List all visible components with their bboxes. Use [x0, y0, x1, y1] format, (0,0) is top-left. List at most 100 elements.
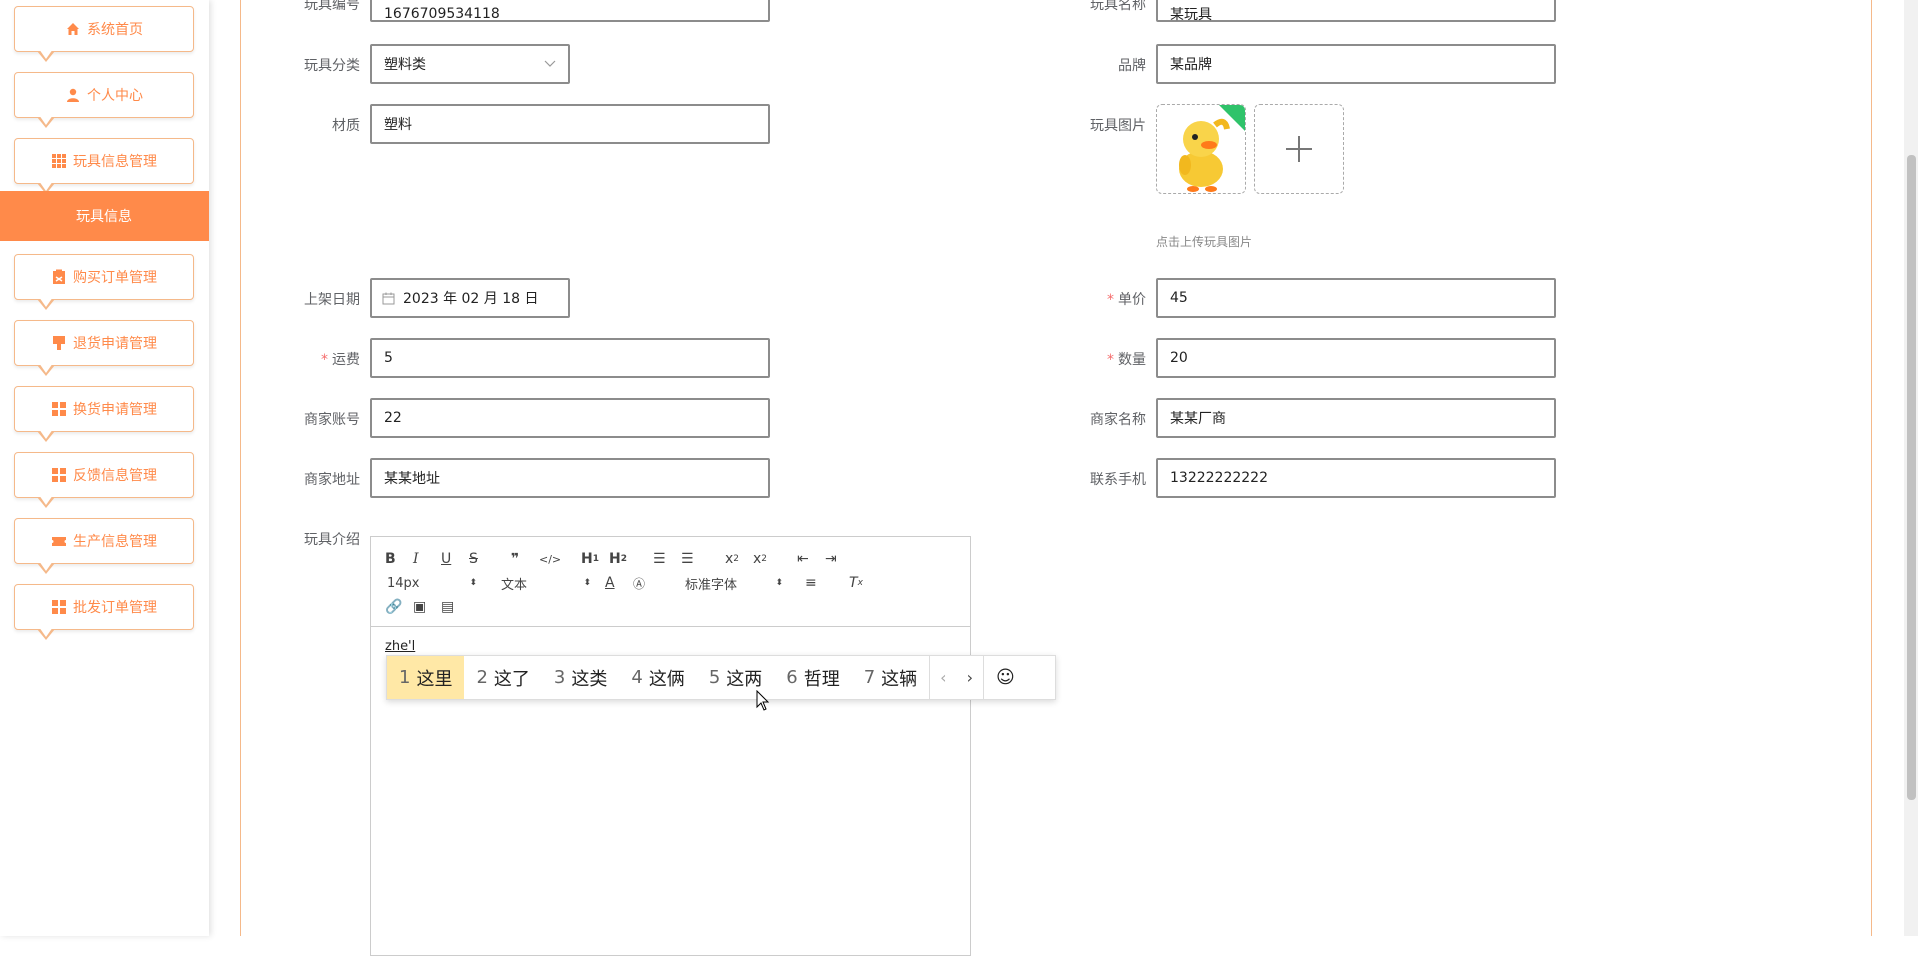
merchant-address-input[interactable]: 某某地址	[370, 458, 770, 498]
menu-purchase-orders[interactable]: 购买订单管理	[14, 254, 194, 310]
merchant-account-value: 22	[384, 410, 402, 426]
category-select[interactable]: 塑料类	[370, 44, 570, 84]
price-input[interactable]: 45	[1156, 278, 1556, 318]
rich-text-editor[interactable]: B I U S ❞ </> H1 H2 ☰ ☰ x2 x2 ⇤ ⇥ 14px ⬍ …	[370, 536, 971, 956]
ime-candidate[interactable]: 3 这类	[542, 656, 619, 699]
brand-input[interactable]: 某品牌	[1156, 44, 1556, 84]
material-value: 塑料	[384, 117, 412, 133]
background-color-icon[interactable]: Ⓐ	[633, 573, 645, 593]
page-scrollbar[interactable]	[1904, 0, 1918, 936]
menu-profile[interactable]: 个人中心	[14, 72, 194, 128]
heading1-icon[interactable]: H1	[581, 549, 599, 569]
date-label: 上架日期	[304, 292, 360, 308]
font-color-icon[interactable]: A	[605, 573, 615, 593]
brand-value: 某品牌	[1170, 57, 1212, 73]
ime-candidate[interactable]: 1 这里	[387, 656, 465, 699]
subscript-icon[interactable]: x2	[725, 549, 739, 569]
menu-wholesale[interactable]: 批发订单管理	[14, 584, 194, 640]
menu-home-label: 系统首页	[87, 22, 143, 38]
ime-candidate[interactable]: 6 哲理	[774, 656, 851, 699]
link-icon[interactable]: 🔗	[385, 597, 402, 617]
merchant-account-input[interactable]: 22	[370, 398, 770, 438]
menu-home[interactable]: 系统首页	[14, 6, 194, 62]
align-icon[interactable]: ≡	[805, 573, 817, 593]
ime-next-icon[interactable]: ›	[957, 656, 983, 699]
uploaded-image[interactable]	[1156, 104, 1246, 194]
scrollbar-thumb[interactable]	[1907, 155, 1916, 800]
toy-code-input[interactable]: 1676709534118	[370, 0, 770, 22]
toy-code-label: 玩具编号	[304, 0, 360, 13]
menu-exchange-requests[interactable]: 换货申请管理	[14, 386, 194, 442]
bold-icon[interactable]: B	[385, 549, 396, 569]
select-arrows-icon: ⬍	[775, 578, 783, 588]
date-input[interactable]: 2023 年 02 月 18 日	[370, 278, 570, 318]
quantity-label: * 数量	[1107, 352, 1146, 368]
menu-feedback[interactable]: 反馈信息管理	[14, 452, 194, 508]
clipboard-icon	[53, 269, 65, 284]
ime-candidate-number: 6	[786, 667, 798, 688]
merchant-address-value: 某某地址	[384, 471, 440, 487]
price-value: 45	[1170, 290, 1188, 306]
submenu-toy-info[interactable]: 玩具信息	[0, 191, 209, 241]
ime-candidate[interactable]: 4 这俩	[619, 656, 696, 699]
menu-return-requests[interactable]: 退货申请管理	[14, 320, 194, 376]
code-icon[interactable]: </>	[539, 549, 561, 569]
duck-image	[1179, 105, 1245, 192]
clear-format-icon[interactable]: Tx	[849, 573, 863, 593]
home-icon	[67, 23, 79, 35]
material-label: 材质	[332, 118, 360, 134]
merchant-address-label: 商家地址	[304, 472, 360, 488]
ordered-list-icon[interactable]: ☰	[653, 549, 666, 569]
italic-icon[interactable]: I	[413, 549, 419, 569]
block-type-select[interactable]: 文本 ⬍	[501, 573, 591, 593]
ime-candidate[interactable]: 2 这了	[464, 656, 541, 699]
toy-name-input[interactable]: 某玩具	[1156, 0, 1556, 23]
material-input[interactable]: 塑料	[370, 104, 770, 144]
menu-toy-info-label: 玩具信息管理	[73, 154, 157, 170]
ime-candidate-number: 5	[708, 667, 721, 688]
mouse-cursor-icon	[756, 690, 770, 711]
underline-icon[interactable]: U	[441, 549, 451, 569]
menu-toy-info[interactable]: 玩具信息管理	[14, 138, 194, 194]
editor-content[interactable]: zhe'l	[385, 639, 415, 654]
merchant-name-label: 商家名称	[1090, 412, 1146, 428]
emoji-icon[interactable]: ☺	[982, 656, 1027, 699]
bullet-list-icon[interactable]: ☰	[681, 549, 694, 569]
grid-icon	[52, 468, 66, 482]
merchant-account-label: 商家账号	[304, 412, 360, 428]
menu-exchange-requests-label: 换货申请管理	[73, 402, 157, 418]
select-arrows-icon: ⬍	[469, 578, 477, 588]
font-size-select[interactable]: 14px ⬍	[387, 573, 477, 593]
phone-input[interactable]: 13222222222	[1156, 458, 1556, 498]
user-icon	[67, 88, 79, 102]
ime-prev-icon[interactable]: ‹	[929, 656, 956, 699]
indent-icon[interactable]: ⇥	[825, 549, 837, 569]
ime-candidate-number: 4	[631, 667, 643, 688]
heading2-icon[interactable]: H2	[609, 549, 627, 569]
grid-icon	[52, 402, 66, 416]
intro-label: 玩具介绍	[304, 532, 360, 548]
merchant-name-input[interactable]: 某某厂商	[1156, 398, 1556, 438]
strikethrough-icon[interactable]: S	[469, 549, 478, 569]
return-icon	[53, 336, 65, 350]
menu-production[interactable]: 生产信息管理	[14, 518, 194, 574]
superscript-icon[interactable]: x2	[753, 549, 767, 569]
quantity-input[interactable]: 20	[1156, 338, 1556, 378]
shipping-input[interactable]: 5	[370, 338, 770, 378]
video-icon[interactable]: ▤	[441, 597, 454, 617]
shipping-label: * 运费	[321, 352, 360, 368]
ime-candidate[interactable]: 7 这辆	[852, 656, 929, 699]
menu-wholesale-label: 批发订单管理	[73, 600, 157, 616]
menu-profile-label: 个人中心	[87, 88, 143, 104]
toy-name-value: 某玩具	[1170, 7, 1212, 23]
image-icon[interactable]: ▣	[413, 597, 426, 617]
upload-add-button[interactable]	[1254, 104, 1344, 194]
menu-return-requests-label: 退货申请管理	[73, 336, 157, 352]
shipping-value: 5	[384, 350, 393, 366]
outdent-icon[interactable]: ⇤	[797, 549, 809, 569]
ime-candidate-text: 这了	[493, 668, 530, 690]
blockquote-icon[interactable]: ❞	[511, 549, 519, 569]
grid-icon	[52, 600, 66, 614]
price-label-text: 单价	[1118, 292, 1146, 308]
font-family-select[interactable]: 标准字体 ⬍	[685, 573, 783, 593]
